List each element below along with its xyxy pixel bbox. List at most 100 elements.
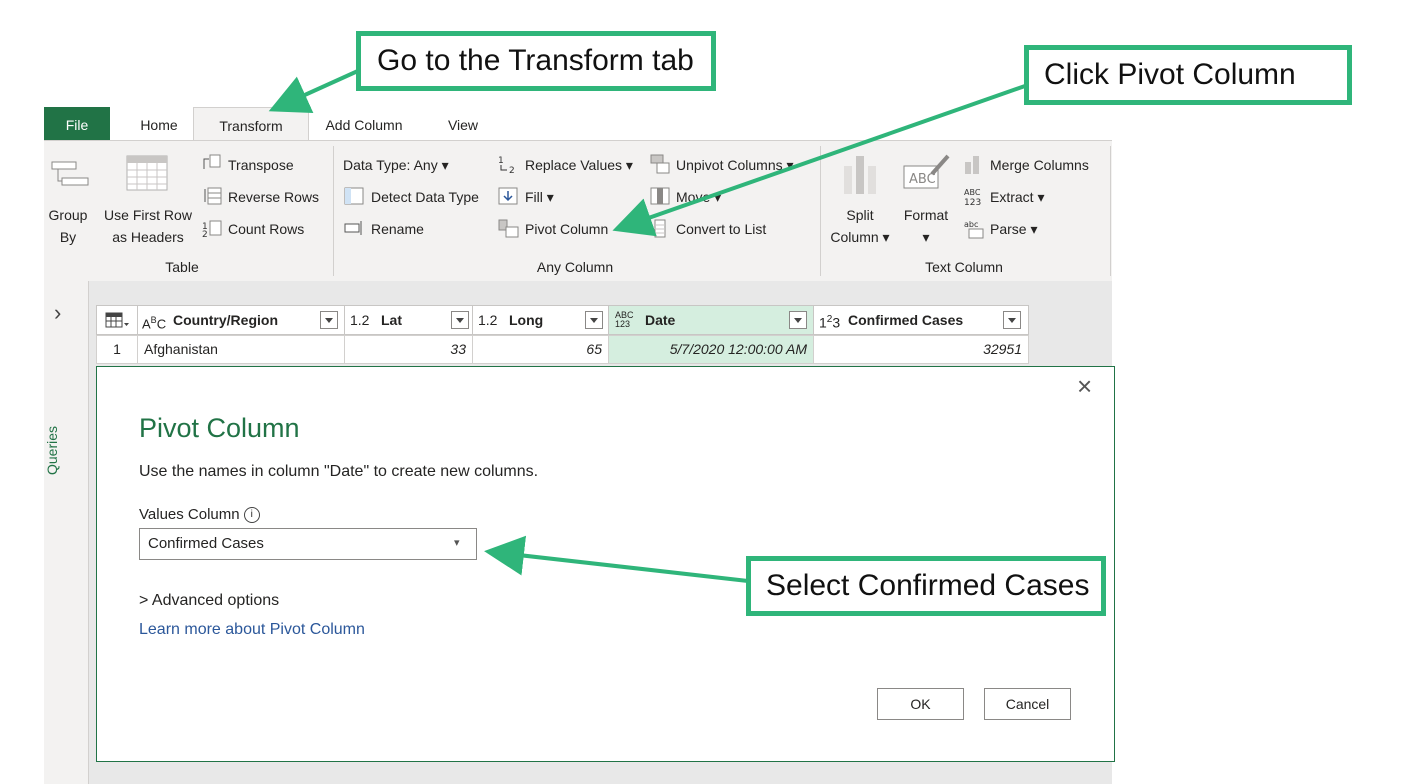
info-icon[interactable]: i — [243, 507, 260, 524]
values-column-selected: Confirmed Cases — [148, 535, 264, 552]
column-filter-dropdown[interactable] — [1003, 311, 1021, 329]
transpose-icon — [203, 154, 221, 169]
column-name: Lat — [381, 312, 402, 328]
values-column-label: Values Column i — [139, 506, 260, 524]
merge-columns-button[interactable]: Merge Columns — [990, 157, 1089, 173]
split-column-label-1: Split — [846, 207, 874, 223]
tab-add-column[interactable]: Add Column — [314, 107, 414, 140]
extract-icon: ABC123 — [964, 188, 981, 208]
tab-file[interactable]: File — [44, 107, 110, 140]
use-first-row-label-2: as Headers — [112, 229, 184, 245]
format-icon: ABC — [903, 154, 950, 189]
group-by-label-1: Group — [48, 207, 88, 223]
callout-confirmed-cases: Select Confirmed Cases — [746, 556, 1106, 616]
ribbon-separator — [333, 146, 334, 276]
table-menu-button[interactable] — [96, 305, 138, 335]
detect-data-type-icon — [344, 187, 364, 205]
tab-transform[interactable]: Transform — [193, 107, 309, 142]
table-cell[interactable]: 33 — [344, 335, 473, 364]
pivot-column-button[interactable]: Pivot Column — [525, 221, 608, 237]
use-first-row-label-1: Use First Row — [104, 207, 192, 223]
count-rows-button[interactable]: Count Rows — [228, 221, 304, 237]
column-name: Confirmed Cases — [848, 312, 964, 328]
fill-icon — [498, 187, 518, 205]
data-type-dropdown[interactable]: Data Type: Any ▾ — [343, 157, 449, 174]
any-type-icon: ABC 123 — [615, 310, 634, 329]
cancel-button[interactable]: Cancel — [984, 688, 1071, 720]
pivot-column-icon — [498, 219, 519, 238]
replace-values-dropdown[interactable]: Replace Values ▾ — [525, 157, 633, 174]
queries-pane — [44, 281, 89, 784]
parse-dropdown[interactable]: Parse ▾ — [990, 221, 1038, 238]
reverse-rows-button[interactable]: Reverse Rows — [228, 189, 319, 205]
merge-columns-icon — [965, 156, 979, 174]
column-header-confirmed-cases[interactable]: 123 Confirmed Cases — [813, 305, 1029, 335]
svg-text:2: 2 — [509, 166, 515, 175]
split-column-icon — [844, 156, 876, 194]
chevron-down-icon: ▾ — [922, 229, 930, 245]
svg-text:ABC: ABC — [909, 172, 936, 187]
svg-text:123: 123 — [964, 198, 981, 208]
tab-view[interactable]: View — [436, 107, 490, 140]
svg-text:abc: abc — [964, 220, 978, 229]
svg-text:1: 1 — [498, 156, 504, 166]
column-filter-dropdown[interactable] — [585, 311, 603, 329]
decimal-type-icon: 1.2 — [478, 312, 498, 328]
detect-data-type-button[interactable]: Detect Data Type — [371, 189, 479, 205]
chevron-down-icon: ▾ — [454, 537, 460, 549]
tab-home[interactable]: Home — [126, 107, 192, 140]
unpivot-columns-dropdown[interactable]: Unpivot Columns ▾ — [676, 157, 794, 174]
unpivot-columns-icon — [650, 154, 670, 174]
rename-icon — [344, 221, 362, 235]
whole-number-type-icon: 123 — [819, 314, 841, 331]
svg-text:ABC: ABC — [964, 188, 981, 197]
fill-dropdown[interactable]: Fill ▾ — [525, 189, 554, 206]
table-icon — [105, 312, 129, 328]
column-header-country[interactable]: ABC Country/Region — [137, 305, 345, 335]
close-icon[interactable]: × — [1077, 371, 1092, 402]
decimal-type-icon: 1.2 — [350, 312, 370, 328]
arrow-to-transform-tab — [268, 68, 361, 114]
table-cell[interactable]: 32951 — [813, 335, 1029, 364]
split-column-label-2: Column ▾ — [830, 229, 890, 245]
callout-pivot-column: Click Pivot Column — [1024, 45, 1352, 105]
column-header-long[interactable]: 1.2 Long — [472, 305, 609, 335]
values-column-select[interactable]: Confirmed Cases ▾ — [139, 528, 477, 560]
format-label: Format — [903, 207, 949, 223]
rename-button[interactable]: Rename — [371, 221, 424, 237]
column-name: Date — [645, 312, 676, 328]
svg-text:2: 2 — [202, 230, 208, 238]
move-icon — [650, 187, 670, 205]
column-name: Country/Region — [173, 312, 278, 328]
text-type-icon: ABC — [142, 315, 167, 332]
column-header-lat[interactable]: 1.2 Lat — [344, 305, 473, 335]
ribbon-separator — [820, 146, 821, 276]
advanced-options-toggle[interactable]: > Advanced options — [139, 592, 279, 610]
dialog-title: Pivot Column — [139, 413, 300, 443]
group-by-icon — [51, 161, 89, 186]
column-header-date[interactable]: ABC 123 Date — [608, 305, 814, 335]
reverse-rows-icon — [204, 187, 222, 205]
callout-transform-tab: Go to the Transform tab — [356, 31, 716, 91]
ribbon-separator — [1110, 146, 1111, 276]
ok-button[interactable]: OK — [877, 688, 964, 720]
table-cell[interactable]: 65 — [472, 335, 609, 364]
move-dropdown[interactable]: Move ▾ — [676, 189, 721, 206]
table-cell[interactable]: 5/7/2020 12:00:00 AM — [608, 335, 814, 364]
expand-queries-chevron-icon[interactable]: › — [54, 300, 61, 326]
column-filter-dropdown[interactable] — [320, 311, 338, 329]
transpose-button[interactable]: Transpose — [228, 157, 294, 173]
count-rows-icon: 12 — [202, 220, 222, 238]
convert-to-list-icon — [654, 219, 666, 238]
convert-to-list-button[interactable]: Convert to List — [676, 221, 766, 237]
extract-dropdown[interactable]: Extract ▾ — [990, 189, 1045, 206]
parse-icon: abc — [964, 220, 984, 239]
table-group-label: Table — [165, 259, 199, 275]
any-column-group-label: Any Column — [536, 259, 614, 275]
column-filter-dropdown[interactable] — [789, 311, 807, 329]
column-filter-dropdown[interactable] — [451, 311, 469, 329]
table-cell[interactable]: Afghanistan — [137, 335, 345, 364]
queries-label[interactable]: Queries — [44, 420, 78, 480]
group-by-label-2: By — [59, 229, 77, 245]
learn-more-link[interactable]: Learn more about Pivot Column — [139, 621, 365, 639]
